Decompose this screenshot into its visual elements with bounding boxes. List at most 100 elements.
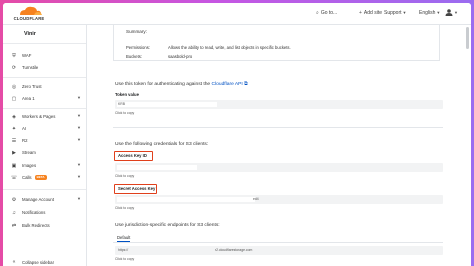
r2-icon: ☰: [11, 137, 17, 144]
sidebar-item-label: Workers & Pages: [22, 114, 56, 119]
chevron-down-icon: ▼: [77, 95, 81, 100]
goto-search[interactable]: ⌕ Go to...: [316, 10, 337, 16]
cloudflare-api-link[interactable]: Cloudflare API ⧉: [212, 82, 248, 87]
external-link-icon: ⧉: [244, 82, 248, 87]
goto-label: Go to...: [320, 10, 338, 16]
chevron-down-icon: ▼: [454, 9, 458, 15]
sidebar-item-ai[interactable]: ✦ AI ▼: [11, 124, 85, 133]
sidebar-item-calls[interactable]: ☏ Calls BETA ▼: [11, 173, 85, 182]
buckets-value: saasbold-pro: [168, 54, 193, 59]
sidebar: Vinir ⛨ WAF ⟳ Turnstile ◎ Zero Trust ▢ Area …: [3, 25, 87, 266]
scrollbar-thumb[interactable]: [466, 27, 469, 49]
tab-underline: [113, 242, 443, 243]
chevron-down-icon: ▼: [402, 10, 407, 15]
main-content: Summary: Permissions: Allows the ability…: [87, 25, 471, 266]
sidebar-item-manage-account[interactable]: ⚙ Manage Account ▼: [11, 195, 85, 204]
summary-title: Summary:: [126, 29, 147, 34]
plus-icon: +: [359, 10, 362, 16]
token-summary-card: Summary: Permissions: Allows the ability…: [113, 25, 440, 61]
workers-icon: ◈: [12, 113, 16, 120]
secret-access-key-field[interactable]: ed4: [115, 195, 443, 204]
logo-wordmark: CLOUDFLARE: [13, 16, 45, 21]
endpoint-copy-link[interactable]: Click to copy: [115, 257, 134, 261]
user-icon: [445, 9, 453, 16]
ai-icon: ✦: [11, 125, 17, 132]
chevron-down-icon: ▼: [77, 113, 81, 118]
token-value-label: Token value: [115, 92, 139, 97]
permissions-value: Allows the ability to read, write, and l…: [168, 45, 291, 50]
sidebar-item-label: WAF: [22, 53, 32, 58]
sidebar-item-label: AI: [22, 126, 27, 131]
sidebar-item-r2[interactable]: ☰ R2 ▼: [11, 136, 85, 145]
sidebar-item-workers[interactable]: ◈ Workers & Pages ▼: [11, 112, 85, 121]
collapse-sidebar-button[interactable]: « Collapse sidebar: [11, 259, 54, 265]
permissions-label: Permissions:: [126, 45, 150, 50]
sidebar-divider: [3, 43, 86, 44]
support-menu[interactable]: Support▼: [384, 10, 406, 16]
add-site-button[interactable]: + Add site: [359, 10, 382, 16]
token-value-field[interactable]: KRB: [115, 100, 443, 109]
chevron-down-icon: ▼: [77, 162, 81, 167]
sidebar-item-label: Bulk Redirects: [22, 223, 50, 228]
sidebar-item-label: Calls: [22, 175, 32, 180]
chevron-down-icon: ▼: [77, 196, 81, 201]
access-key-id-value: [117, 165, 197, 170]
collapse-icon: «: [12, 259, 16, 265]
cloudflare-logo[interactable]: CLOUDFLARE: [8, 6, 50, 23]
app-window: CLOUDFLARE ⌕ Go to... + Add site Support▼ …: [3, 3, 471, 266]
buckets-label: Buckets:: [126, 54, 143, 59]
cloudflare-api-link-text: Cloudflare API: [211, 82, 243, 87]
chevron-down-icon: ▼: [436, 10, 441, 15]
chevron-down-icon: ▼: [77, 174, 81, 179]
turnstile-icon: ⟳: [11, 64, 17, 71]
sidebar-item-label: Manage Account: [22, 197, 55, 202]
endpoint-field[interactable]: https:// r2.cloudflarestorage.com: [115, 246, 443, 255]
api-token-text: Use this token for authenticating agains…: [115, 82, 211, 87]
sidebar-item-label: Images: [22, 163, 37, 168]
sidebar-item-label: Zero Trust: [22, 84, 42, 89]
sidebar-item-waf[interactable]: ⛨ WAF: [11, 51, 85, 60]
tab-default[interactable]: Default: [117, 235, 131, 242]
secret-key-copy-link[interactable]: Click to copy: [115, 206, 134, 210]
bulk-redirects-icon: ⇄: [11, 222, 17, 229]
token-value: KRB: [117, 102, 217, 107]
images-icon: ▣: [11, 162, 17, 169]
area1-icon: ▢: [11, 95, 17, 102]
sidebar-item-label: R2: [22, 138, 28, 143]
sidebar-item-label: Area 1: [22, 96, 35, 101]
sidebar-item-label: Stream: [22, 150, 36, 155]
sidebar-item-notifications[interactable]: ♫ Notifications: [11, 208, 85, 217]
scrollbar-track[interactable]: [465, 25, 470, 266]
endpoint-prefix: https://: [118, 248, 129, 252]
sidebar-item-images[interactable]: ▣ Images ▼: [11, 161, 85, 170]
access-key-copy-link[interactable]: Click to copy: [115, 174, 134, 178]
s3-description: Use the following credentials for S3 cli…: [115, 142, 209, 147]
sidebar-divider: [3, 189, 86, 190]
access-key-id-field[interactable]: [115, 163, 443, 172]
language-menu[interactable]: English▼: [419, 10, 440, 16]
secret-access-key-label: Secret Access Key: [114, 184, 157, 194]
sidebar-divider: [3, 108, 86, 109]
sidebar-item-turnstile[interactable]: ⟳ Turnstile: [11, 63, 85, 72]
chevron-down-icon: ▼: [77, 137, 81, 142]
account-name[interactable]: Vinir: [24, 31, 36, 37]
top-header: CLOUDFLARE ⌕ Go to... + Add site Support▼ …: [3, 3, 471, 25]
api-token-description: Use this token for authenticating agains…: [115, 81, 248, 87]
endpoint-host: r2.cloudflarestorage.com: [215, 248, 253, 252]
sidebar-item-bulk-redirects[interactable]: ⇄ Bulk Redirects: [11, 221, 85, 230]
sidebar-item-stream[interactable]: ▶ Stream: [11, 148, 85, 157]
section-divider: [113, 127, 443, 128]
access-key-id-label: Access Key ID: [114, 151, 153, 161]
calls-icon: ☏: [10, 174, 18, 181]
user-menu[interactable]: ▼: [445, 9, 458, 16]
endpoints-description: Use jurisdiction-specific endpoints for …: [115, 223, 220, 228]
manage-account-icon: ⚙: [11, 196, 17, 203]
add-site-label: Add site: [363, 10, 382, 16]
token-copy-link[interactable]: Click to copy: [115, 111, 134, 115]
sidebar-item-area1[interactable]: ▢ Area 1 ▼: [11, 94, 85, 103]
beta-badge: BETA: [34, 175, 47, 180]
support-label: Support: [384, 10, 402, 16]
sidebar-item-zero-trust[interactable]: ◎ Zero Trust: [11, 82, 85, 91]
sidebar-item-label: Notifications: [22, 210, 46, 215]
notifications-icon: ♫: [12, 209, 16, 216]
